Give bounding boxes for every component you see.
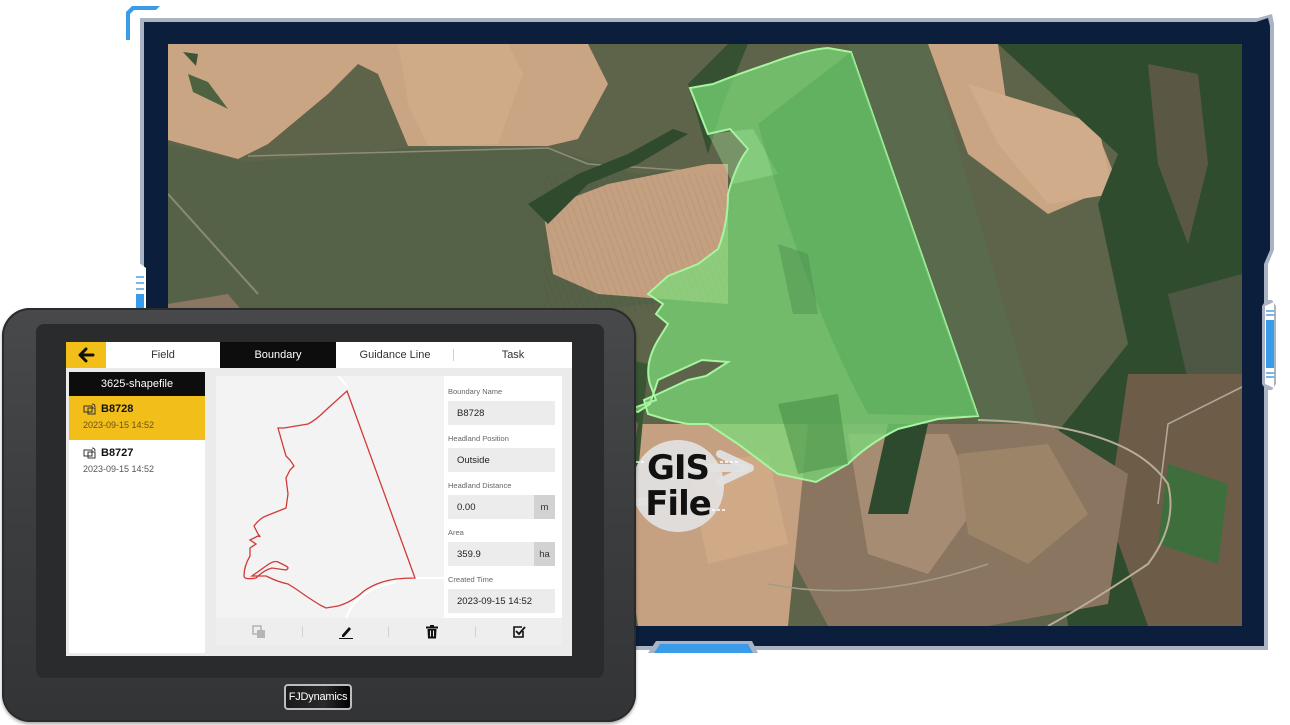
trash-icon [426, 624, 439, 638]
headland-distance-unit: m [534, 495, 555, 519]
boundary-file-icon [83, 403, 96, 415]
created-time-label: Created Time [448, 575, 494, 584]
area-value: 359.9 [457, 548, 481, 560]
frame-bottom-accent [648, 641, 758, 653]
back-button[interactable] [66, 342, 106, 368]
gis-label-line1: GIS [646, 448, 710, 488]
checkbox-icon [512, 625, 526, 638]
frame-side-accent-left [134, 262, 146, 312]
created-time-value: 2023-09-15 14:52 [457, 595, 533, 607]
tab-guidance-line-label: Guidance Line [359, 349, 431, 361]
preview-road [337, 376, 349, 389]
tab-boundary-label: Boundary [254, 349, 302, 361]
area-unit: ha [534, 542, 555, 566]
preview-road [345, 581, 397, 618]
boundary-details-form: Boundary Name B8728 Headland Position Ou… [444, 376, 562, 618]
headland-distance-value: 0.00 [457, 501, 476, 513]
edit-pencil-icon [338, 626, 353, 639]
tab-bar: Field Boundary Guidance Line Task [66, 342, 572, 368]
boundary-list: 3625-shapefile B8728 2023-09-15 14:52 B8… [69, 372, 205, 653]
boundary-preview-canvas[interactable] [216, 376, 444, 618]
headland-position-value: Outside [457, 454, 490, 466]
boundary-name-label: Boundary Name [448, 387, 503, 396]
headland-position-select[interactable]: Outside [448, 448, 555, 472]
arrow-left-icon [78, 347, 95, 363]
boundary-name-field[interactable]: B8728 [448, 401, 555, 425]
list-item[interactable]: B8728 2023-09-15 14:52 [69, 396, 205, 440]
boundary-name-value: B8728 [457, 407, 485, 419]
frame-side-accent-right [1262, 300, 1276, 390]
frame-corner-accent [126, 6, 160, 40]
headland-position-label: Headland Position [448, 434, 509, 443]
tab-guidance-line[interactable]: Guidance Line [336, 342, 454, 368]
delete-button[interactable] [389, 618, 476, 645]
tab-field-label: Field [151, 349, 175, 361]
brand-logo: FJDynamics [284, 684, 352, 710]
list-item[interactable]: B8727 2023-09-15 14:52 [69, 440, 205, 484]
gis-label-line2: File [645, 484, 712, 524]
area-field: 359.9 ha [448, 542, 555, 566]
list-item-date: 2023-09-15 14:52 [83, 420, 155, 430]
tab-field[interactable]: Field [106, 342, 220, 368]
list-header: 3625-shapefile [69, 372, 205, 396]
confirm-button[interactable] [476, 618, 563, 645]
action-toolbar [216, 618, 562, 645]
tab-boundary[interactable]: Boundary [220, 342, 336, 368]
list-item-name: B8728 [101, 403, 134, 415]
tablet-screen: Field Boundary Guidance Line Task 3625-s… [66, 342, 572, 656]
list-item-name: B8727 [101, 447, 134, 459]
copy-button[interactable] [216, 618, 303, 645]
boundary-file-icon [83, 447, 96, 459]
headland-distance-field[interactable]: 0.00 m [448, 495, 555, 519]
copy-icon [252, 624, 266, 638]
gis-file-label: GIS File [632, 450, 724, 522]
boundary-polyline [243, 389, 416, 609]
area-label: Area [448, 528, 464, 537]
created-time-field: 2023-09-15 14:52 [448, 589, 555, 613]
promo-composition: GIS File FJDynamics Field Boundary Guida… [0, 0, 1290, 725]
list-item-date: 2023-09-15 14:52 [83, 464, 155, 474]
headland-distance-label: Headland Distance [448, 481, 512, 490]
tab-task-label: Task [501, 349, 525, 361]
tab-task[interactable]: Task [454, 342, 572, 368]
edit-button[interactable] [303, 618, 389, 645]
boundary-preview [243, 376, 444, 618]
